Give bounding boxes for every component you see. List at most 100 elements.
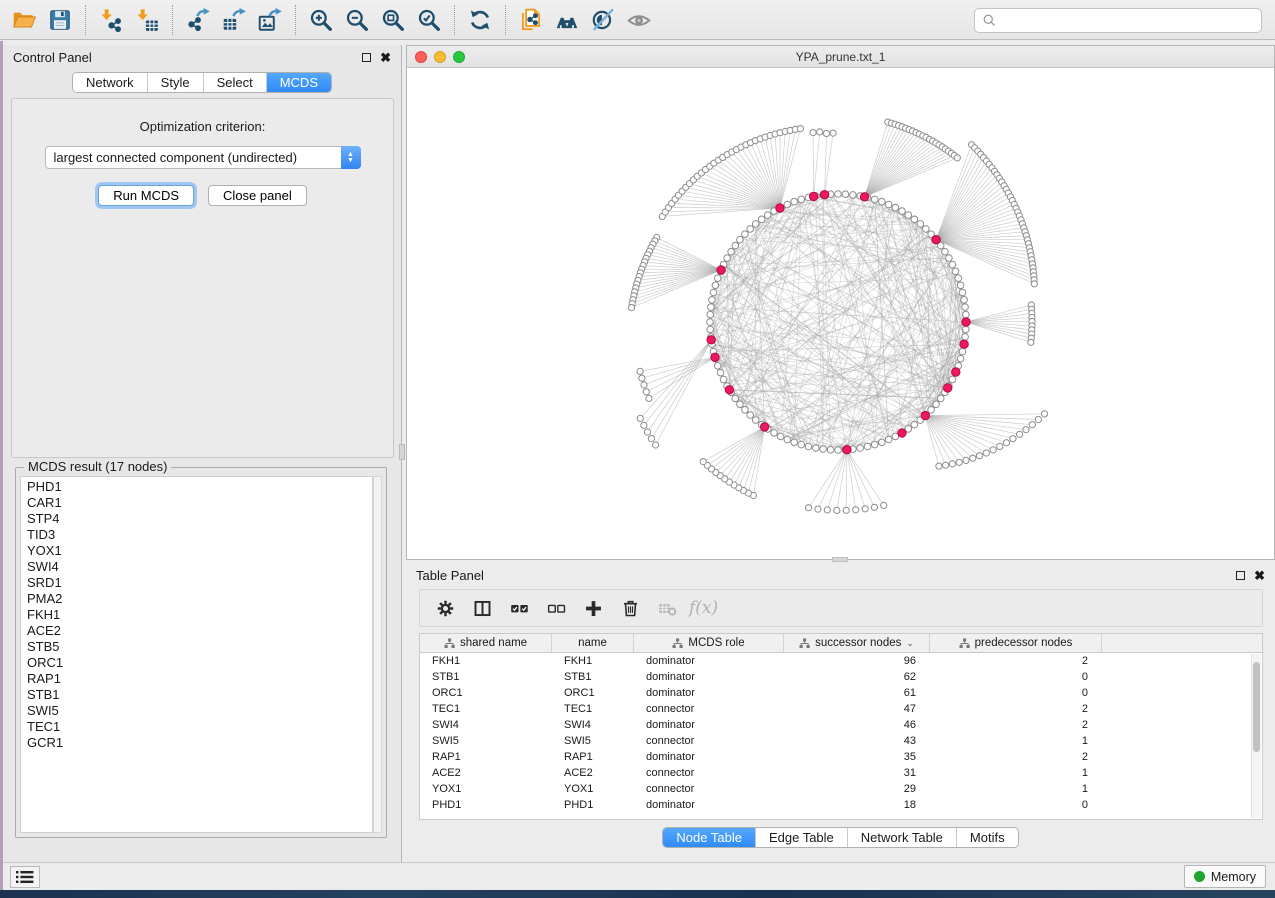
zoom-in-button[interactable] bbox=[303, 3, 339, 37]
mcds-result-item[interactable]: RAP1 bbox=[27, 671, 372, 687]
mcds-result-item[interactable]: ORC1 bbox=[27, 655, 372, 671]
import-table-button[interactable] bbox=[129, 3, 165, 37]
mcds-result-item[interactable]: STB5 bbox=[27, 639, 372, 655]
table-cell: ACE2 bbox=[552, 765, 634, 781]
table-row[interactable]: TEC1TEC1connector472 bbox=[420, 701, 1262, 717]
maximize-window-icon[interactable] bbox=[453, 51, 465, 63]
export-image-button[interactable] bbox=[252, 3, 288, 37]
close-panel-button[interactable]: Close panel bbox=[208, 185, 307, 206]
network-from-selection-button[interactable] bbox=[513, 3, 549, 37]
mcds-result-item[interactable]: YOX1 bbox=[27, 543, 372, 559]
minimize-window-icon[interactable] bbox=[434, 51, 446, 63]
table-row[interactable]: YOX1YOX1connector291 bbox=[420, 781, 1262, 797]
table-row[interactable]: ORC1ORC1dominator610 bbox=[420, 685, 1262, 701]
hide-selected-button[interactable] bbox=[585, 3, 621, 37]
table-row[interactable]: RAP1RAP1dominator352 bbox=[420, 749, 1262, 765]
show-all-button[interactable] bbox=[621, 3, 657, 37]
table-cell: 0 bbox=[930, 685, 1102, 701]
mcds-result-item[interactable]: PHD1 bbox=[27, 479, 372, 495]
table-cell: 1 bbox=[930, 733, 1102, 749]
table-cell: 43 bbox=[784, 733, 930, 749]
horizontal-splitter-handle[interactable] bbox=[832, 557, 848, 562]
mcds-options-panel: Optimization criterion: largest connecte… bbox=[11, 98, 394, 458]
import-network-button[interactable] bbox=[93, 3, 129, 37]
toolbar-separator bbox=[295, 5, 296, 35]
table-cell: SWI4 bbox=[552, 717, 634, 733]
float-table-panel-icon[interactable] bbox=[1236, 571, 1245, 580]
search-input[interactable] bbox=[997, 9, 1261, 32]
close-table-panel-icon[interactable]: ✖ bbox=[1254, 569, 1265, 582]
zoom-selected-button[interactable] bbox=[411, 3, 447, 37]
run-mcds-button[interactable]: Run MCDS bbox=[98, 185, 194, 206]
mcds-result-item[interactable]: SRD1 bbox=[27, 575, 372, 591]
export-network-button[interactable] bbox=[180, 3, 216, 37]
task-history-button[interactable] bbox=[10, 866, 40, 888]
tab-node-table[interactable]: Node Table bbox=[663, 828, 756, 847]
table-row[interactable]: SWI5SWI5connector431 bbox=[420, 733, 1262, 749]
table-cell: SWI4 bbox=[420, 717, 552, 733]
tab-edge-table[interactable]: Edge Table bbox=[756, 828, 848, 847]
show-column-button[interactable] bbox=[467, 593, 497, 623]
column-header-successor-nodes[interactable]: successor nodes⌄ bbox=[784, 634, 930, 652]
mcds-result-item[interactable]: FKH1 bbox=[27, 607, 372, 623]
mcds-result-item[interactable]: SWI4 bbox=[27, 559, 372, 575]
close-panel-icon[interactable]: ✖ bbox=[380, 51, 391, 64]
float-panel-icon[interactable] bbox=[362, 53, 371, 62]
table-row[interactable]: ACE2ACE2connector311 bbox=[420, 765, 1262, 781]
table-scrollbar[interactable] bbox=[1251, 654, 1261, 818]
column-header-MCDS-role[interactable]: MCDS role bbox=[634, 634, 784, 652]
tab-motifs[interactable]: Motifs bbox=[957, 828, 1018, 847]
tab-mcds[interactable]: MCDS bbox=[267, 73, 331, 92]
table-row[interactable]: SWI4SWI4dominator462 bbox=[420, 717, 1262, 733]
tab-network[interactable]: Network bbox=[73, 73, 148, 92]
fit-content-button[interactable] bbox=[375, 3, 411, 37]
mcds-result-list[interactable]: PHD1CAR1STP4TID3YOX1SWI4SRD1PMA2FKH1ACE2… bbox=[20, 476, 373, 833]
delete-column-button[interactable] bbox=[615, 593, 645, 623]
mcds-result-item[interactable]: GCR1 bbox=[27, 735, 372, 751]
search-icon bbox=[982, 13, 997, 28]
mcds-result-item[interactable]: ACE2 bbox=[27, 623, 372, 639]
column-header-shared-name[interactable]: shared name bbox=[420, 634, 552, 652]
table-cell: TEC1 bbox=[420, 701, 552, 717]
table-scrollbar-thumb[interactable] bbox=[1253, 662, 1260, 752]
tab-network-table[interactable]: Network Table bbox=[848, 828, 957, 847]
mcds-result-item[interactable]: STP4 bbox=[27, 511, 372, 527]
first-neighbors-button[interactable] bbox=[549, 3, 585, 37]
optimization-criterion-select[interactable]: largest connected component (undirected)… bbox=[45, 146, 361, 169]
select-all-button[interactable] bbox=[504, 593, 534, 623]
table-mode-button[interactable] bbox=[430, 593, 460, 623]
delete-table-button bbox=[652, 593, 682, 623]
mcds-result-scrollbar[interactable] bbox=[373, 476, 382, 833]
mcds-result-item[interactable]: TEC1 bbox=[27, 719, 372, 735]
vertical-splitter-handle[interactable] bbox=[399, 444, 405, 460]
open-file-button[interactable] bbox=[6, 3, 42, 37]
table-cell: 0 bbox=[930, 797, 1102, 813]
tab-style[interactable]: Style bbox=[148, 73, 204, 92]
column-header-name[interactable]: name bbox=[552, 634, 634, 652]
mcds-result-item[interactable]: SWI5 bbox=[27, 703, 372, 719]
table-row[interactable]: FKH1FKH1dominator962 bbox=[420, 653, 1262, 669]
network-graph bbox=[407, 68, 1274, 559]
table-cell: 2 bbox=[930, 749, 1102, 765]
close-window-icon[interactable] bbox=[415, 51, 427, 63]
mcds-result-item[interactable]: TID3 bbox=[27, 527, 372, 543]
control-panel: Control Panel ✖ NetworkStyleSelectMCDS O… bbox=[3, 45, 402, 862]
table-cell: 2 bbox=[930, 653, 1102, 669]
table-row[interactable]: STB1STB1dominator620 bbox=[420, 669, 1262, 685]
tab-select[interactable]: Select bbox=[204, 73, 267, 92]
column-header-predecessor-nodes[interactable]: predecessor nodes bbox=[930, 634, 1102, 652]
table-row[interactable]: PHD1PHD1dominator180 bbox=[420, 797, 1262, 813]
zoom-out-button[interactable] bbox=[339, 3, 375, 37]
table-cell: SWI5 bbox=[420, 733, 552, 749]
network-canvas[interactable] bbox=[407, 68, 1274, 559]
mcds-result-item[interactable]: STB1 bbox=[27, 687, 372, 703]
add-column-button[interactable] bbox=[578, 593, 608, 623]
mcds-result-item[interactable]: PMA2 bbox=[27, 591, 372, 607]
apply-layout-button[interactable] bbox=[462, 3, 498, 37]
unselect-all-button[interactable] bbox=[541, 593, 571, 623]
function-builder-button[interactable]: f(x) bbox=[689, 598, 718, 618]
save-session-button[interactable] bbox=[42, 3, 78, 37]
export-table-button[interactable] bbox=[216, 3, 252, 37]
memory-button[interactable]: Memory bbox=[1184, 865, 1266, 888]
mcds-result-item[interactable]: CAR1 bbox=[27, 495, 372, 511]
